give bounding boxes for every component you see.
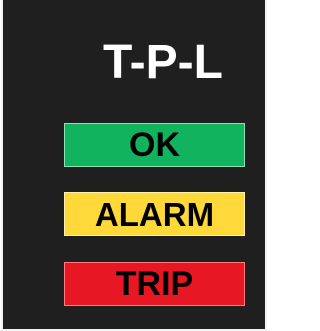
tpl-status-panel: T-P-L OK ALARM TRIP — [1, 0, 267, 331]
status-trip-indicator: TRIP — [64, 262, 245, 306]
panel-title: T-P-L — [103, 36, 223, 89]
status-alarm-indicator: ALARM — [64, 192, 245, 236]
status-ok-indicator: OK — [64, 123, 245, 167]
